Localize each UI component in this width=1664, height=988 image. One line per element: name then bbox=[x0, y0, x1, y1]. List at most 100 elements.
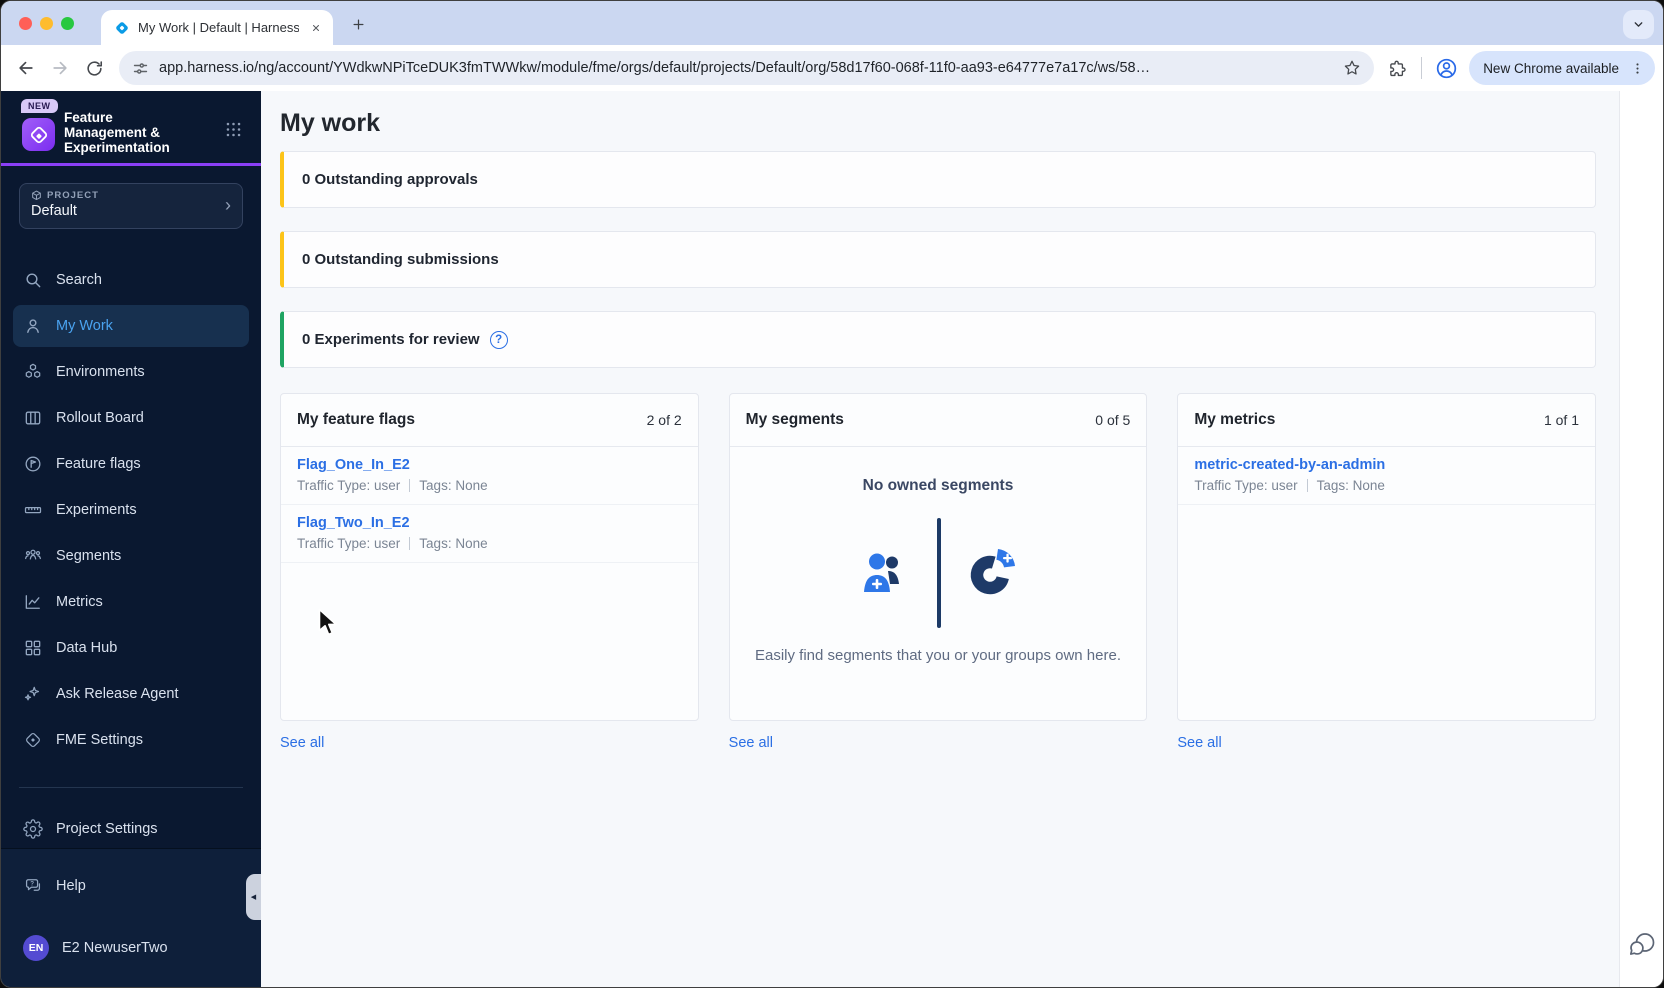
my-feature-flags-card: My feature flags 2 of 2 Flag_One_In_E2 T… bbox=[280, 393, 699, 721]
back-button[interactable] bbox=[9, 51, 43, 85]
see-all-flags-link[interactable]: See all bbox=[280, 735, 324, 751]
user-profile-row[interactable]: EN E2 NewuserTwo bbox=[13, 927, 249, 969]
sidebar-item-my-work[interactable]: My Work bbox=[13, 305, 249, 347]
line-chart-icon bbox=[25, 595, 40, 609]
meta-divider bbox=[409, 537, 411, 550]
banner-text: 0 Experiments for review bbox=[302, 331, 480, 348]
chevron-right-icon: › bbox=[225, 195, 231, 215]
module-title: Feature Management & Experimentation bbox=[64, 110, 170, 155]
card-count: 1 of 1 bbox=[1543, 412, 1579, 428]
user-name: E2 NewuserTwo bbox=[62, 940, 168, 956]
sidebar-item-environments[interactable]: Environments bbox=[13, 351, 249, 393]
sidebar-item-metrics[interactable]: Metrics bbox=[13, 581, 249, 623]
sidebar-collapse-handle[interactable]: ◀ bbox=[246, 874, 261, 920]
tab-search-button[interactable] bbox=[1623, 10, 1654, 39]
feature-flag-row: Flag_One_In_E2 Traffic Type: user Tags: … bbox=[281, 447, 698, 505]
extensions-icon[interactable] bbox=[1380, 51, 1414, 85]
site-settings-icon[interactable] bbox=[132, 60, 149, 77]
flag-circle-icon bbox=[25, 456, 41, 472]
module-switcher-grid-icon[interactable] bbox=[224, 120, 243, 144]
page-title: My work bbox=[280, 109, 381, 137]
svg-text:?: ? bbox=[30, 881, 34, 888]
card-title: My feature flags bbox=[297, 411, 416, 428]
meta-divider bbox=[1306, 479, 1308, 492]
traffic-type: Traffic Type: user bbox=[1194, 478, 1298, 493]
module-header: NEW Feature Management & Experimentation bbox=[1, 91, 261, 166]
harness-favicon bbox=[116, 21, 128, 34]
donut-chart-add-icon bbox=[970, 549, 1015, 595]
reload-button[interactable] bbox=[77, 51, 111, 85]
zoom-window-button[interactable] bbox=[61, 17, 74, 30]
sidebar-item-segments[interactable]: Segments bbox=[13, 535, 249, 577]
empty-state-heading: No owned segments bbox=[862, 477, 1014, 494]
right-rail bbox=[1619, 91, 1663, 987]
people-icon bbox=[25, 549, 41, 560]
close-window-button[interactable] bbox=[19, 17, 32, 30]
traffic-type: Traffic Type: user bbox=[297, 536, 401, 551]
see-all-links: See all See all See all bbox=[280, 734, 1596, 752]
tab-close-icon[interactable] bbox=[307, 19, 325, 37]
chrome-update-button[interactable]: New Chrome available bbox=[1469, 51, 1655, 85]
search-icon bbox=[26, 273, 41, 288]
tags: Tags: None bbox=[419, 478, 488, 493]
user-avatar: EN bbox=[23, 935, 49, 961]
profile-icon[interactable] bbox=[1429, 51, 1463, 85]
help-question-icon[interactable]: ? bbox=[489, 330, 508, 349]
feature-flag-link[interactable]: Flag_Two_In_E2 bbox=[297, 513, 410, 533]
sidebar-item-rollout-board[interactable]: Rollout Board bbox=[13, 397, 249, 439]
experiments-for-review-banner[interactable]: 0 Experiments for review ? bbox=[280, 311, 1596, 368]
tags: Tags: None bbox=[419, 536, 488, 551]
main-content: My work 0 Outstanding approvals 0 Outsta… bbox=[261, 91, 1619, 987]
help-chat-icon: ? bbox=[25, 879, 41, 891]
see-all-segments-link[interactable]: See all bbox=[729, 735, 773, 751]
sidebar-item-feature-flags[interactable]: Feature flags bbox=[13, 443, 249, 485]
new-badge: NEW bbox=[21, 99, 58, 113]
minimize-window-button[interactable] bbox=[40, 17, 53, 30]
sidebar-item-fme-settings[interactable]: FME Settings bbox=[13, 719, 249, 761]
sidebar-item-search[interactable]: Search bbox=[13, 259, 249, 301]
metric-link[interactable]: metric-created-by-an-admin bbox=[1194, 455, 1385, 475]
card-title: My segments bbox=[745, 411, 844, 428]
feature-flag-link[interactable]: Flag_One_In_E2 bbox=[297, 455, 410, 475]
project-selector[interactable]: PROJECT Default › bbox=[19, 183, 243, 229]
metric-row: metric-created-by-an-admin Traffic Type:… bbox=[1178, 447, 1595, 505]
summary-cards: My feature flags 2 of 2 Flag_One_In_E2 T… bbox=[280, 393, 1596, 721]
chrome-update-label: New Chrome available bbox=[1483, 60, 1619, 76]
sidebar-bottom-section: ? Help EN E2 NewuserTwo bbox=[1, 848, 261, 987]
traffic-type: Traffic Type: user bbox=[297, 478, 401, 493]
feedback-chat-icon[interactable] bbox=[1626, 929, 1658, 961]
banner-text: 0 Outstanding submissions bbox=[302, 251, 499, 268]
sidebar-item-experiments[interactable]: Experiments bbox=[13, 489, 249, 531]
forward-button[interactable] bbox=[43, 51, 77, 85]
kebab-menu-icon[interactable] bbox=[1624, 55, 1650, 81]
sidebar-nav: Search My Work Environments Rollout Boar… bbox=[1, 259, 261, 761]
card-count: 2 of 2 bbox=[646, 412, 682, 428]
grid-squares-icon bbox=[25, 640, 41, 656]
sparkles-icon bbox=[24, 686, 40, 701]
outstanding-approvals-banner[interactable]: 0 Outstanding approvals bbox=[280, 151, 1596, 208]
sidebar-item-data-hub[interactable]: Data Hub bbox=[13, 627, 249, 669]
browser-toolbar: app.harness.io/ng/account/YWdkwNPiTceDUK… bbox=[1, 45, 1663, 91]
my-segments-card: My segments 0 of 5 No owned segments Eas… bbox=[728, 393, 1148, 721]
feature-flag-row: Flag_Two_In_E2 Traffic Type: user Tags: … bbox=[281, 505, 698, 563]
browser-tab[interactable]: My Work | Default | Harness bbox=[101, 10, 333, 45]
segments-empty-illustration bbox=[730, 517, 1147, 629]
see-all-metrics-link[interactable]: See all bbox=[1177, 735, 1221, 751]
window-controls[interactable] bbox=[19, 17, 74, 30]
project-label: PROJECT bbox=[47, 190, 99, 201]
outstanding-submissions-banner[interactable]: 0 Outstanding submissions bbox=[280, 231, 1596, 288]
sidebar-item-project-settings[interactable]: Project Settings bbox=[13, 808, 249, 850]
toolbar-divider bbox=[1421, 57, 1423, 79]
illustration-divider bbox=[936, 518, 941, 628]
person-add-icon bbox=[863, 553, 899, 592]
sidebar-item-ask-release-agent[interactable]: Ask Release Agent bbox=[13, 673, 249, 715]
card-count: 0 of 5 bbox=[1095, 412, 1131, 428]
url-bar[interactable]: app.harness.io/ng/account/YWdkwNPiTceDUK… bbox=[119, 51, 1375, 85]
banner-text: 0 Outstanding approvals bbox=[302, 171, 478, 188]
bookmark-star-icon[interactable] bbox=[1338, 54, 1366, 82]
new-tab-button[interactable] bbox=[347, 13, 369, 35]
tab-strip: My Work | Default | Harness bbox=[1, 1, 1663, 45]
sidebar: NEW Feature Management & Experimentation… bbox=[1, 91, 261, 987]
sidebar-item-help[interactable]: ? Help bbox=[13, 865, 249, 907]
board-columns-icon bbox=[25, 411, 41, 425]
